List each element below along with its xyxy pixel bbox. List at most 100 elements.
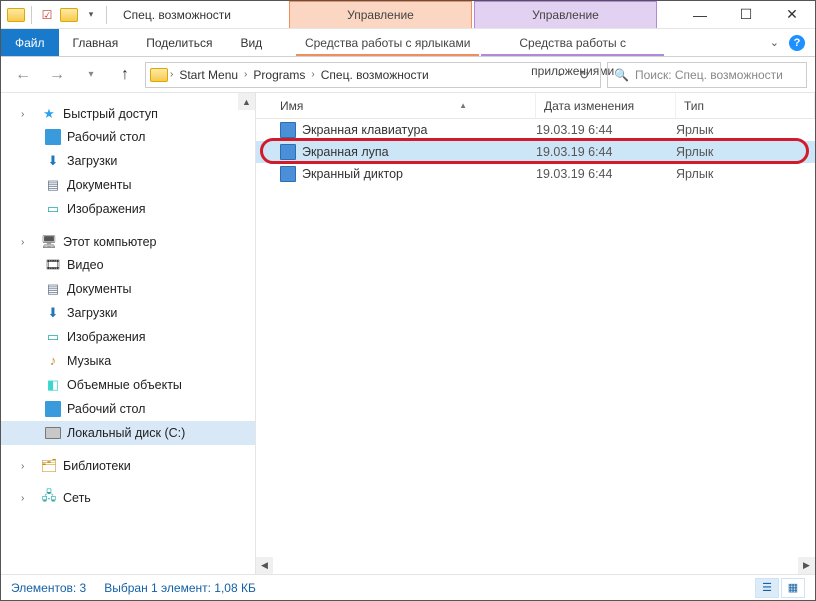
forward-button: → [43,61,71,89]
shortcut-icon [280,144,296,160]
ribbon-collapse-icon[interactable]: ⌄ [770,36,779,49]
separator [31,6,32,24]
desktop-icon [45,401,61,417]
explorer-body: ▲ › ★ Быстрый доступ Рабочий стол ⬇Загру… [1,93,815,574]
network-group[interactable]: › 🖧 Сеть [1,487,255,509]
window-controls: — ☐ ✕ [677,1,815,29]
up-button[interactable]: ↑ [111,61,139,89]
new-folder-icon[interactable] [60,6,78,24]
tab-app-tools[interactable]: Средства работы с приложениями [481,29,664,56]
shortcut-icon [280,122,296,138]
tab-file[interactable]: Файл [1,29,59,56]
thumbnails-view-button[interactable]: ▦ [781,578,805,598]
minimize-button[interactable]: — [677,1,723,29]
qat-dropdown-icon[interactable]: ▾ [82,6,100,24]
help-icon[interactable]: ? [789,35,805,51]
window-title: Спец. возможности [115,8,231,22]
sidebar-desktop[interactable]: Рабочий стол [1,125,255,149]
titlebar: ☑ ▾ Спец. возможности Управление Управле… [1,1,815,29]
chevron-right-icon[interactable]: › [21,493,31,504]
separator [106,6,107,24]
search-icon: 🔍 [614,68,629,82]
explorer-window: ☑ ▾ Спец. возможности Управление Управле… [0,0,816,601]
tab-home[interactable]: Главная [59,29,133,56]
maximize-button[interactable]: ☐ [723,1,769,29]
recent-dropdown-icon[interactable]: ▾ [77,61,105,89]
search-input[interactable]: 🔍 Поиск: Спец. возможности [607,62,807,88]
document-icon: ▤ [45,177,61,193]
breadcrumb-seg[interactable]: Спец. возможности [317,68,433,82]
pictures-icon: ▭ [45,201,61,217]
context-header-apps: Управление [474,1,657,28]
chevron-right-icon[interactable]: › [21,109,31,120]
col-date[interactable]: Дата изменения [536,93,676,118]
scroll-left-icon[interactable]: ◀ [256,557,273,574]
view-mode-switcher: ☰ ▦ [755,578,805,598]
address-bar[interactable]: › Start Menu › Programs › Спец. возможно… [145,62,601,88]
network-icon: 🖧 [41,490,57,506]
sort-asc-icon: ▲ [459,101,467,110]
download-icon: ⬇ [45,153,61,169]
quick-access-toolbar: ☑ ▾ [1,6,115,24]
tab-shortcut-tools[interactable]: Средства работы с ярлыками [296,29,479,56]
close-button[interactable]: ✕ [769,1,815,29]
sidebar-documents[interactable]: ▤Документы [1,173,255,197]
breadcrumb-seg[interactable]: Programs [249,68,309,82]
sidebar-local-disk[interactable]: Локальный диск (C:) [1,421,255,445]
breadcrumb-seg[interactable]: Start Menu [175,68,242,82]
label: Этот компьютер [63,235,156,249]
content-pane: Имя ▲ Дата изменения Тип Экранная клавиа… [256,93,815,574]
scroll-right-icon[interactable]: ▶ [798,557,815,574]
this-pc-group[interactable]: › 🖥 Этот компьютер [1,231,255,253]
sidebar-pictures[interactable]: ▭Изображения [1,197,255,221]
refresh-icon[interactable]: ↻ [572,68,596,82]
sidebar-desktop2[interactable]: Рабочий стол [1,397,255,421]
context-tab-headers: Управление Управление [289,1,657,28]
status-selection: Выбран 1 элемент: 1,08 КБ [104,581,256,595]
folder-icon [7,6,25,24]
sidebar-pictures2[interactable]: ▭Изображения [1,325,255,349]
navigation-pane: ▲ › ★ Быстрый доступ Рабочий стол ⬇Загру… [1,93,256,574]
col-type[interactable]: Тип [676,93,815,118]
search-placeholder: Поиск: Спец. возможности [635,68,783,82]
properties-icon[interactable]: ☑ [38,6,56,24]
label: Сеть [63,491,91,505]
shortcut-icon [280,166,296,182]
sidebar-downloads2[interactable]: ⬇Загрузки [1,301,255,325]
file-row[interactable]: Экранная лупа 19.03.19 6:44 Ярлык [256,141,815,163]
sidebar-documents2[interactable]: ▤Документы [1,277,255,301]
col-name[interactable]: Имя ▲ [256,93,536,118]
status-count: Элементов: 3 [11,581,86,595]
address-dropdown-icon[interactable]: ⌄ [548,68,572,82]
chevron-right-icon[interactable]: › [21,237,31,248]
disk-icon [45,425,61,441]
sidebar-music[interactable]: ♪Музыка [1,349,255,373]
tab-share[interactable]: Поделиться [132,29,226,56]
sidebar-videos[interactable]: 🎞Видео [1,253,255,277]
ribbon-tabs: Файл Главная Поделиться Вид Средства раб… [1,29,815,57]
tab-view[interactable]: Вид [226,29,276,56]
pictures-icon: ▭ [45,329,61,345]
context-header-shortcut: Управление [289,1,472,28]
scroll-up-icon[interactable]: ▲ [238,93,255,110]
status-bar: Элементов: 3 Выбран 1 элемент: 1,08 КБ ☰… [1,574,815,600]
details-view-button[interactable]: ☰ [755,578,779,598]
chevron-right-icon[interactable]: › [21,461,31,472]
file-row[interactable]: Экранная клавиатура 19.03.19 6:44 Ярлык [256,119,815,141]
navigation-bar: ← → ▾ ↑ › Start Menu › Programs › Спец. … [1,57,815,93]
libraries-group[interactable]: › 🗂 Библиотеки [1,455,255,477]
chevron-right-icon[interactable]: › [244,69,247,80]
pc-icon: 🖥 [41,234,57,250]
chevron-right-icon[interactable]: › [170,69,173,80]
folder-icon [150,66,168,84]
quick-access-group[interactable]: › ★ Быстрый доступ [1,103,255,125]
label: Библиотеки [63,459,131,473]
document-icon: ▤ [45,281,61,297]
column-headers: Имя ▲ Дата изменения Тип [256,93,815,119]
file-row[interactable]: Экранный диктор 19.03.19 6:44 Ярлык [256,163,815,185]
chevron-right-icon[interactable]: › [311,69,314,80]
sidebar-downloads[interactable]: ⬇Загрузки [1,149,255,173]
download-icon: ⬇ [45,305,61,321]
sidebar-3dobjects[interactable]: ◧Объемные объекты [1,373,255,397]
back-button[interactable]: ← [9,61,37,89]
